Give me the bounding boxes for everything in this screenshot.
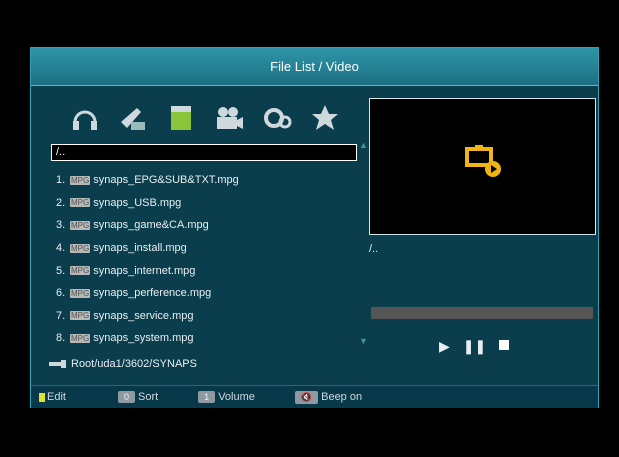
video-preview bbox=[369, 98, 596, 235]
edit-label: Edit bbox=[47, 391, 66, 403]
mute-icon: 🔇 bbox=[294, 390, 319, 404]
list-item[interactable]: 5. MPG synaps_internet.mpg bbox=[56, 259, 356, 282]
beep-label: Beep on bbox=[321, 391, 363, 403]
stop-icon[interactable] bbox=[499, 337, 510, 355]
item-number: 1. bbox=[56, 174, 66, 187]
video-file-icon bbox=[463, 141, 503, 186]
file-name: synaps_perference.mpg bbox=[93, 287, 212, 300]
clapperboard-icon[interactable] bbox=[163, 100, 199, 136]
list-item[interactable]: 6. MPG synaps_perference.mpg bbox=[56, 282, 356, 305]
volume-label: Volume bbox=[218, 391, 255, 403]
path-field[interactable]: /.. bbox=[51, 144, 357, 161]
file-name: synaps_service.mpg bbox=[93, 309, 194, 322]
pause-icon[interactable]: ❚❚ bbox=[463, 338, 486, 355]
list-item[interactable]: 4. MPG synaps_install.mpg bbox=[56, 237, 356, 260]
file-name: synaps_EPG&SUB&TXT.mpg bbox=[93, 174, 239, 187]
camera-icon[interactable] bbox=[211, 100, 247, 136]
file-type-badge: MPG bbox=[70, 198, 91, 208]
scroll-up-icon[interactable]: ▲ bbox=[359, 140, 368, 150]
bottom-bar: Edit 0 Sort 1 Volume 🔇 Beep on bbox=[31, 385, 598, 408]
window-title: File List / Video bbox=[31, 48, 598, 86]
sort-hint[interactable]: 0 Sort bbox=[117, 391, 159, 403]
item-number: 8. bbox=[56, 332, 66, 345]
current-path: Root/uda1/3602/SYNAPS bbox=[49, 358, 197, 370]
file-type-badge: MPG bbox=[70, 266, 91, 276]
item-number: 6. bbox=[56, 287, 66, 300]
music-headphones-icon[interactable] bbox=[67, 100, 103, 136]
list-item[interactable]: 1. MPG synaps_EPG&SUB&TXT.mpg bbox=[56, 169, 356, 192]
download-icon[interactable] bbox=[307, 100, 343, 136]
item-number: 4. bbox=[56, 242, 66, 255]
scroll-down-icon[interactable]: ▼ bbox=[359, 336, 368, 346]
file-name: synaps_USB.mpg bbox=[93, 196, 182, 209]
item-number: 7. bbox=[56, 309, 66, 322]
volume-key: 1 bbox=[198, 391, 216, 403]
gear-icon[interactable] bbox=[259, 100, 295, 136]
item-number: 3. bbox=[56, 219, 66, 232]
file-type-badge: MPG bbox=[70, 220, 91, 230]
item-number: 2. bbox=[56, 196, 66, 209]
file-name: synaps_system.mpg bbox=[93, 332, 194, 345]
play-icon[interactable]: ▶ bbox=[439, 338, 450, 355]
sort-key: 0 bbox=[117, 391, 135, 403]
file-type-badge: MPG bbox=[70, 333, 91, 343]
preview-path: /.. bbox=[369, 243, 379, 255]
category-tabs bbox=[67, 100, 357, 140]
volume-hint[interactable]: 1 Volume bbox=[198, 391, 255, 403]
yellow-key-icon bbox=[39, 392, 45, 402]
playback-controls: ▶ ❚❚ bbox=[439, 337, 510, 355]
file-list: 1. MPG synaps_EPG&SUB&TXT.mpg 2. MPG syn… bbox=[56, 169, 356, 350]
file-type-badge: MPG bbox=[70, 175, 91, 185]
file-name: synaps_internet.mpg bbox=[93, 264, 196, 277]
file-type-badge: MPG bbox=[70, 311, 91, 321]
list-item[interactable]: 7. MPG synaps_service.mpg bbox=[56, 305, 356, 328]
sort-label: Sort bbox=[137, 391, 159, 403]
item-number: 5. bbox=[56, 264, 66, 277]
file-list-window: File List / Video /.. ▲ ▼ 1. MPG synaps_… bbox=[30, 47, 599, 408]
beep-hint[interactable]: 🔇 Beep on bbox=[294, 390, 363, 404]
playback-progress-bar[interactable] bbox=[371, 307, 593, 319]
list-item[interactable]: 8. MPG synaps_system.mpg bbox=[56, 327, 356, 350]
file-type-badge: MPG bbox=[70, 243, 91, 253]
file-type-badge: MPG bbox=[70, 288, 91, 298]
file-name: synaps_game&CA.mpg bbox=[93, 219, 209, 232]
file-name: synaps_install.mpg bbox=[93, 242, 187, 255]
current-path-text: Root/uda1/3602/SYNAPS bbox=[71, 358, 197, 370]
paint-icon[interactable] bbox=[115, 100, 151, 136]
list-item[interactable]: 2. MPG synaps_USB.mpg bbox=[56, 192, 356, 215]
usb-icon bbox=[49, 360, 66, 368]
list-item[interactable]: 3. MPG synaps_game&CA.mpg bbox=[56, 214, 356, 237]
edit-hint[interactable]: Edit bbox=[39, 391, 66, 403]
